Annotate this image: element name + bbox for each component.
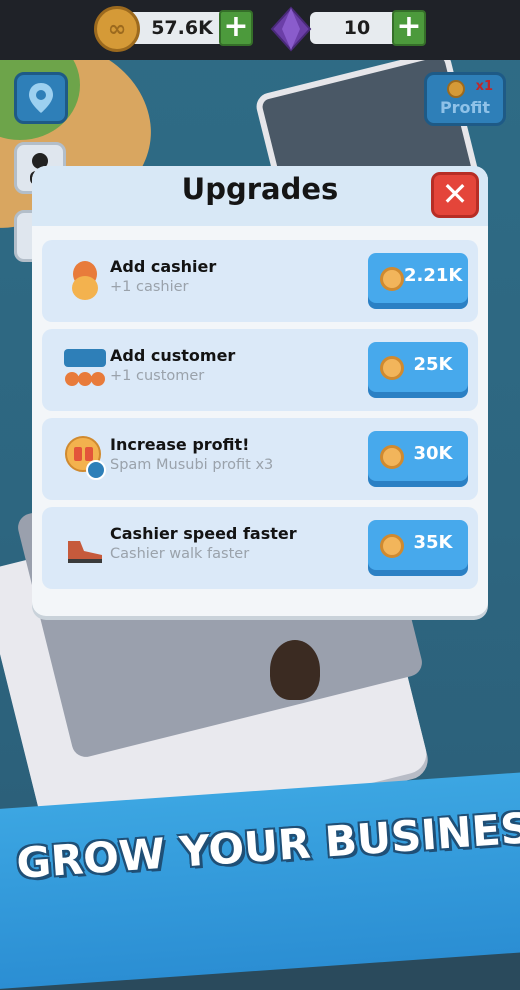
coin-icon: [380, 445, 404, 469]
upgrade-row-cashier-speed: Cashier speed faster Cashier walk faster…: [42, 507, 478, 589]
shoe-icon: [68, 541, 102, 563]
character: [270, 640, 320, 700]
upgrades-dialog: Upgrades ✕ Add cashier +1 cashier 2.21K …: [32, 166, 488, 616]
coin-icon: [380, 534, 404, 558]
upgrade-row-increase-profit: Increase profit! Spam Musubi profit x3 3…: [42, 418, 478, 500]
price: 25K: [413, 354, 453, 375]
buy-increase-profit-button[interactable]: 30K: [368, 431, 468, 481]
price: 2.21K: [404, 265, 463, 286]
resource-bar: 57.6K ∞ + 10 +: [0, 0, 520, 60]
profit-button[interactable]: x1 Profit: [424, 72, 506, 126]
dialog-header: Upgrades ✕: [32, 166, 488, 226]
map-pin-icon: [29, 83, 53, 113]
coin-icon: [380, 267, 404, 291]
upgrade-row-add-cashier: Add cashier +1 cashier 2.21K: [42, 240, 478, 322]
gem-icon: [270, 6, 312, 52]
cashier-icon: [72, 261, 98, 300]
gem-value: 10: [343, 17, 371, 39]
coin-icon: [380, 356, 404, 380]
price: 35K: [413, 532, 453, 553]
gem-counter: 10: [310, 12, 404, 44]
customer-group-icon: [64, 349, 106, 386]
upgrade-subtitle: Cashier walk faster: [110, 546, 250, 562]
buy-add-customer-button[interactable]: 25K: [368, 342, 468, 392]
upgrade-title: Cashier speed faster: [110, 524, 297, 543]
upgrade-subtitle: +1 customer: [110, 368, 205, 384]
upgrade-row-add-customer: Add customer +1 customer 25K: [42, 329, 478, 411]
profit-label: Profit: [439, 98, 491, 117]
upgrade-title: Add customer: [110, 346, 236, 365]
add-gems-button[interactable]: +: [392, 10, 426, 46]
price: 30K: [413, 443, 453, 464]
coin-icon: [447, 80, 465, 98]
upgrade-subtitle: +1 cashier: [110, 279, 189, 295]
coin-icon: ∞: [94, 6, 140, 52]
close-button[interactable]: ✕: [431, 172, 479, 218]
add-coins-button[interactable]: +: [219, 10, 253, 46]
close-icon: ✕: [441, 175, 469, 213]
profit-multiplier: x1: [475, 79, 493, 94]
buy-cashier-speed-button[interactable]: 35K: [368, 520, 468, 570]
profit-musubi-icon: [65, 436, 106, 480]
upgrade-title: Add cashier: [110, 257, 217, 276]
dialog-title: Upgrades: [181, 172, 339, 206]
buy-add-cashier-button[interactable]: 2.21K: [368, 253, 468, 303]
upgrade-title: Increase profit!: [110, 435, 250, 454]
upgrade-subtitle: Spam Musubi profit x3: [110, 457, 274, 473]
map-button[interactable]: [14, 72, 68, 124]
